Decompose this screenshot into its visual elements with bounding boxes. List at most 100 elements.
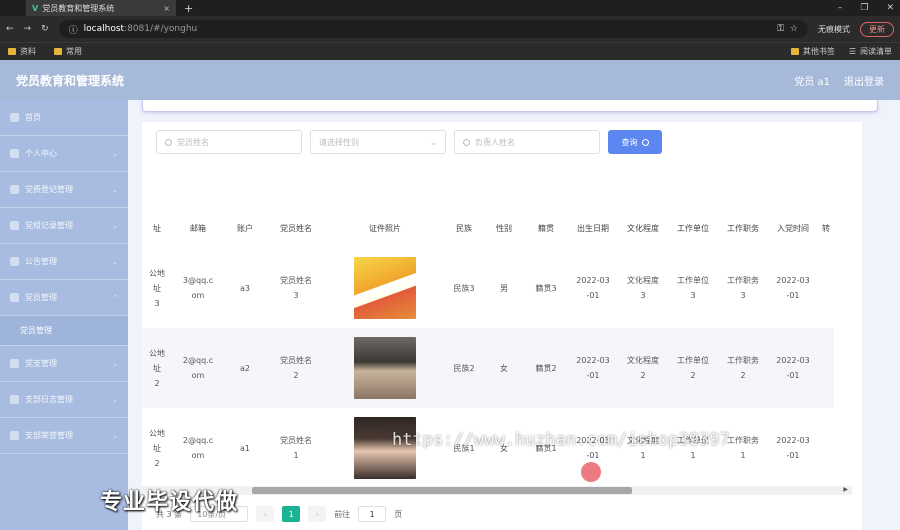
button-label: 查询	[621, 137, 638, 147]
cell-position: 工作职务 2	[718, 328, 768, 408]
col-birth[interactable]: 出生日期	[568, 208, 618, 248]
cell-address: 公地址 2	[142, 328, 172, 408]
new-tab-icon[interactable]: +	[184, 2, 193, 15]
horizontal-scrollbar[interactable]: ▶	[142, 486, 852, 495]
chevron-down-icon: ⌄	[112, 221, 118, 230]
member-photo[interactable]	[354, 257, 416, 319]
chevron-down-icon: ⌄	[112, 257, 118, 266]
bookmark-folder[interactable]: 常用	[54, 46, 82, 57]
sidebar-item-profile[interactable]: 个人中心 ⌄	[0, 136, 128, 172]
col-transfer[interactable]: 转	[818, 208, 834, 248]
calendar-icon	[10, 257, 19, 266]
cell-position: 工作职务 3	[727, 276, 759, 300]
member-photo[interactable]	[354, 337, 416, 399]
browser-tab[interactable]: V 党员教育和管理系统 ×	[26, 0, 176, 16]
page-unit-label: 页	[394, 509, 403, 519]
cell-name: 党员姓名 3	[280, 276, 312, 300]
scroll-right-icon[interactable]: ▶	[843, 486, 848, 493]
breadcrumb-card	[142, 100, 878, 112]
col-unit[interactable]: 工作单位	[668, 208, 718, 248]
browser-tab-title: 党员教育和管理系统	[42, 3, 115, 13]
col-account[interactable]: 账户	[224, 208, 266, 248]
sidebar-item-logs[interactable]: 支部日志管理 ⌄	[0, 382, 128, 418]
col-ethnic[interactable]: 民族	[444, 208, 484, 248]
cell-photo	[326, 248, 444, 328]
folder-icon	[54, 48, 62, 55]
search-icon	[463, 138, 470, 146]
placeholder-text: 负责人姓名	[475, 137, 515, 147]
user-icon	[10, 149, 19, 158]
col-origin[interactable]: 籍贯	[524, 208, 568, 248]
sidebar-item-home[interactable]: 首页	[0, 100, 128, 136]
cell-birth: 2022-03 -01	[568, 328, 618, 408]
location-icon	[10, 395, 19, 404]
chevron-down-icon: ⌄	[112, 149, 118, 158]
update-button[interactable]: 更新	[860, 21, 894, 37]
reading-list[interactable]: ☰ 阅读清单	[849, 46, 892, 57]
sidebar-item-label: 党组记录管理	[25, 221, 73, 230]
minimize-icon[interactable]: –	[838, 0, 843, 16]
col-address[interactable]: 址	[142, 208, 172, 248]
content-area: 党员姓名 请选择性别 ⌄ 负责人姓名 查询 址 邮箱 账户 党员姓名 证件照片 民…	[128, 100, 900, 530]
url-field[interactable]: ⓘ localhost:8081/#/yonghu ⚿ ☆	[58, 20, 808, 38]
cell-unit: 工作单位 2	[668, 328, 718, 408]
close-window-icon[interactable]: ✕	[886, 0, 894, 16]
query-button[interactable]: 查询	[608, 130, 662, 154]
app-title: 党员教育和管理系统	[16, 73, 125, 88]
sidebar-item-records[interactable]: 党组记录管理 ⌄	[0, 208, 128, 244]
chevron-up-icon: ⌃	[112, 293, 118, 302]
cell-email: 2@qq.c om	[182, 436, 214, 460]
list-panel: 党员姓名 请选择性别 ⌄ 负责人姓名 查询 址 邮箱 账户 党员姓名 证件照片 民…	[142, 122, 862, 530]
restore-icon[interactable]: ❐	[860, 0, 868, 16]
cell-address: 公地址 2	[149, 428, 165, 468]
sidebar-item-label: 党支管理	[25, 359, 57, 368]
browser-tab-bar: V 党员教育和管理系统 × + – ❐ ✕	[0, 0, 900, 16]
goto-page-input[interactable]: 1	[358, 506, 387, 522]
sidebar-item-branch[interactable]: 党支管理 ⌄	[0, 346, 128, 382]
leader-name-input[interactable]: 负责人姓名	[454, 130, 600, 154]
sidebar-item-dues[interactable]: 党费登记管理 ⌄	[0, 172, 128, 208]
gender-select[interactable]: 请选择性别 ⌄	[310, 130, 446, 154]
table-row[interactable]: 公地址 2 2@qq.c om a2 党员姓名 2 民族2 女 籍贯2 2022-03…	[142, 328, 834, 408]
col-position[interactable]: 工作职务	[718, 208, 768, 248]
bookmarks-bar: 资料 常用 其他书签 ☰ 阅读清单	[0, 42, 900, 60]
reading-list-icon: ☰	[848, 47, 856, 56]
bookmark-folder[interactable]: 资料	[8, 46, 36, 57]
col-member-name[interactable]: 党员姓名	[266, 208, 326, 248]
cell-join-date: 2022-03 -01	[768, 328, 818, 408]
col-email[interactable]: 邮箱	[172, 208, 224, 248]
prev-page-button[interactable]: ‹	[256, 506, 275, 522]
back-icon[interactable]: ←	[6, 24, 14, 34]
forward-icon[interactable]: →	[24, 24, 32, 34]
promo-watermark: 专业毕设代做	[100, 490, 239, 515]
col-gender[interactable]: 性别	[484, 208, 524, 248]
reload-icon[interactable]: ↻	[41, 24, 49, 34]
member-name-input[interactable]: 党员姓名	[156, 130, 302, 154]
sidebar-item-honors[interactable]: 支部荣誉管理 ⌄	[0, 418, 128, 454]
col-education[interactable]: 文化程度	[618, 208, 668, 248]
cell-email: 3@qq.c om	[182, 276, 214, 300]
sidebar-item-label: 党费登记管理	[25, 185, 73, 194]
star-icon[interactable]: ☆	[790, 24, 798, 34]
logout-link[interactable]: 退出登录	[844, 73, 884, 88]
close-tab-icon[interactable]: ×	[163, 4, 170, 13]
search-icon	[165, 138, 172, 146]
incognito-label[interactable]: 无痕模式	[818, 24, 850, 35]
sidebar-item-notices[interactable]: 公告管理 ⌄	[0, 244, 128, 280]
chevron-down-icon: ⌄	[112, 431, 118, 440]
col-photo[interactable]: 证件照片	[326, 208, 444, 248]
card-icon	[10, 293, 19, 302]
cell-email: 2@qq.c om	[172, 328, 224, 408]
next-page-button[interactable]: ›	[308, 506, 327, 522]
other-bookmarks[interactable]: 其他书签	[790, 46, 835, 57]
sidebar-item-members[interactable]: 党员管理 ⌃	[0, 280, 128, 316]
key-icon[interactable]: ⚿	[777, 24, 784, 34]
sidebar-item-label: 公告管理	[25, 257, 57, 266]
sidebar-subitem-members[interactable]: 党员管理	[0, 316, 128, 346]
home-icon	[10, 113, 19, 122]
col-join-date[interactable]: 入党时间	[768, 208, 818, 248]
sidebar-item-label: 党员管理	[25, 293, 57, 302]
page-1-button[interactable]: 1	[282, 506, 301, 522]
scrollbar-thumb[interactable]	[252, 487, 632, 494]
table-row[interactable]: 公地址 3 3@qq.c om a3 党员姓名 3 民族3 男 籍贯3 2022-03…	[142, 248, 834, 328]
